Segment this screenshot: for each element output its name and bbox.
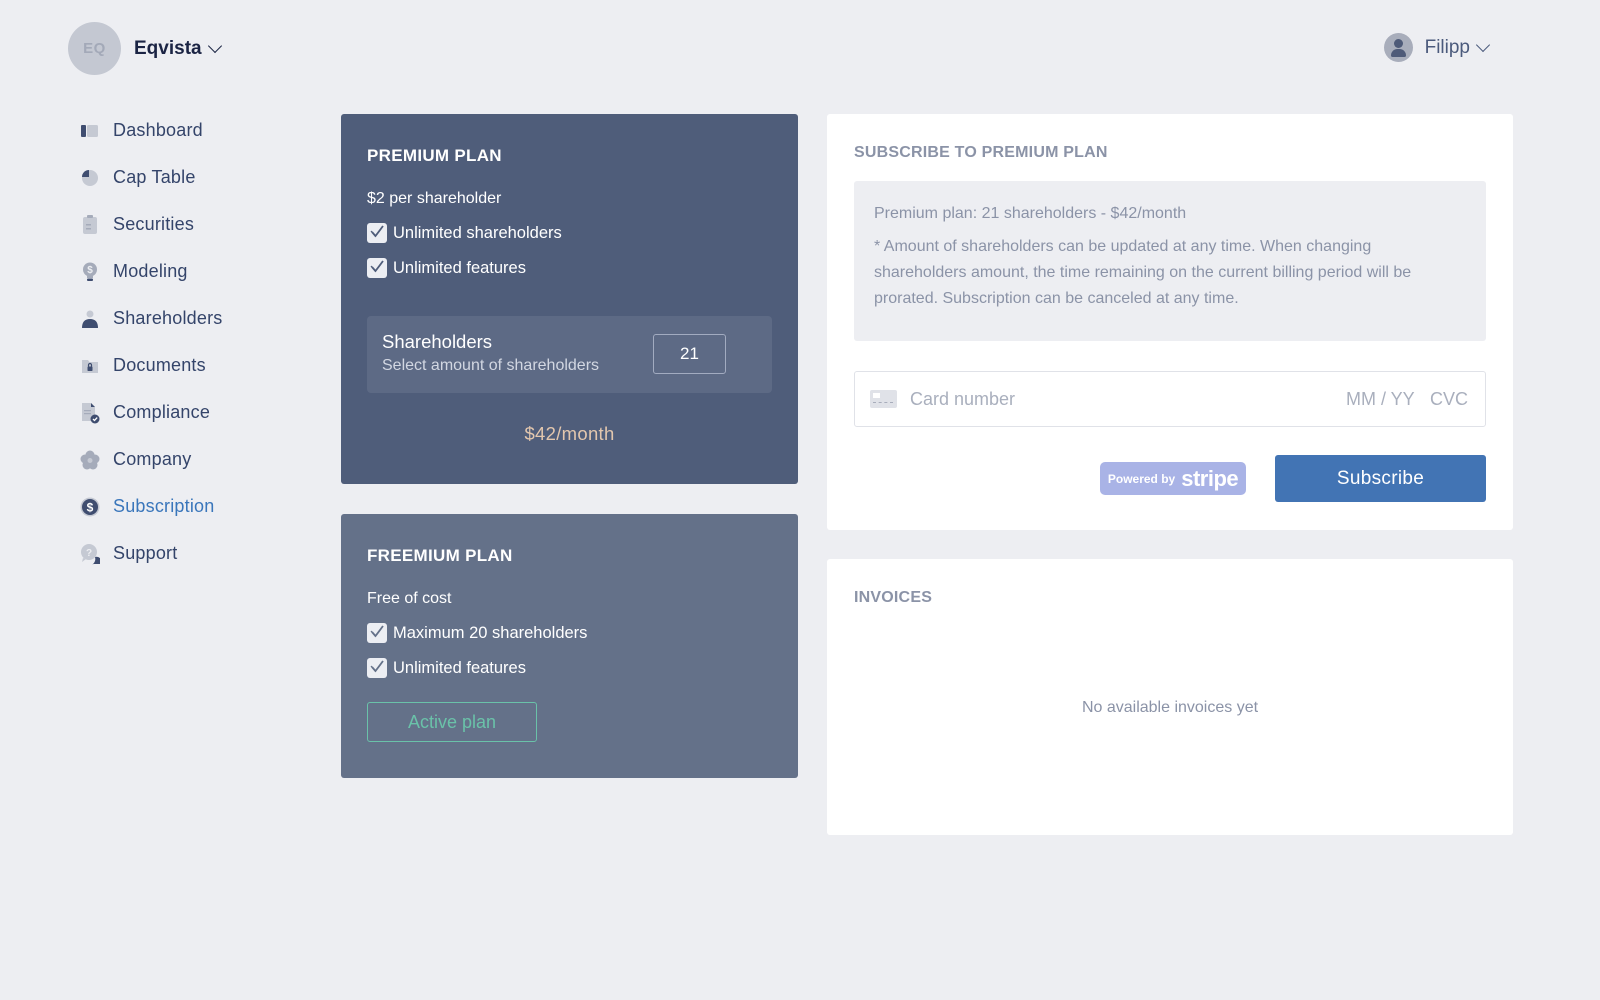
sidebar-item-dashboard[interactable]: Dashboard [80,107,320,154]
sidebar-item-label: Modeling [113,261,188,281]
feature-label: Unlimited features [393,658,526,677]
subscription-summary: Premium plan: 21 shareholders - $42/mont… [854,181,1486,341]
plan-feature: Unlimited shareholders [367,223,772,243]
plan-title: PREMIUM PLAN [367,146,502,165]
invoices-empty-state: No available invoices yet [1081,699,1259,716]
sidebar-item-label: Support [113,543,178,563]
subscribe-title: SUBSCRIBE TO PREMIUM PLAN [854,144,1108,161]
svg-text:$: $ [87,265,93,276]
invoices-card: INVOICES No available invoices yet [827,559,1513,835]
user-menu[interactable]: Filipp [1383,33,1491,62]
active-plan-button[interactable]: Active plan [367,702,537,742]
sidebar-item-compliance[interactable]: Compliance [80,389,320,436]
checkbox-check-icon [367,658,387,678]
sidebar-item-company[interactable]: Company [80,436,320,483]
lightbulb-dollar-icon: $ [80,262,100,282]
sidebar-item-support[interactable]: ? Support [80,530,320,577]
organization-switcher[interactable]: EQ Eqvista [68,22,222,75]
feature-label: Unlimited shareholders [393,223,562,242]
locked-folder-icon [80,356,100,376]
sidebar-item-label: Shareholders [113,308,223,328]
shareholders-selector: Shareholders Select amount of shareholde… [367,316,772,393]
invoices-title: INVOICES [854,589,933,606]
card-number-input[interactable] [910,388,1346,410]
sidebar: Dashboard Cap Table Securities $ Modelin… [80,107,320,577]
sidebar-item-label: Dashboard [113,120,203,140]
help-chat-icon: ? [80,543,100,564]
card-cvc-input[interactable] [1430,388,1470,410]
premium-plan-card: PREMIUM PLAN $2 per shareholder Unlimite… [341,114,798,484]
sidebar-item-label: Company [113,449,192,469]
sidebar-item-label: Compliance [113,402,211,422]
checkbox-check-icon [367,258,387,278]
dollar-coin-icon: $ [80,497,100,517]
top-bar: EQ Eqvista Filipp [0,0,1600,95]
freemium-plan-card: FREEMIUM PLAN Free of cost Maximum 20 sh… [341,514,798,778]
checkbox-check-icon [367,223,387,243]
plan-feature: Maximum 20 shareholders [367,623,772,643]
org-avatar: EQ [68,22,121,75]
svg-text:$: $ [87,500,94,514]
org-name: Eqvista [134,37,202,59]
subscribe-card: SUBSCRIBE TO PREMIUM PLAN Premium plan: … [827,114,1513,530]
plan-title: FREEMIUM PLAN [367,546,513,565]
pie-chart-icon [80,168,100,188]
sidebar-item-cap-table[interactable]: Cap Table [80,154,320,201]
shareholders-amount-input[interactable] [653,334,726,374]
person-icon [80,309,100,329]
powered-by-label: Powered by [1107,471,1176,486]
sidebar-item-label: Securities [113,214,195,234]
card-expiry-input[interactable] [1346,388,1424,410]
plan-price: $2 per shareholder [367,190,502,207]
feature-label: Unlimited features [393,258,526,277]
checkbox-check-icon [367,623,387,643]
sidebar-item-label: Cap Table [113,167,196,187]
summary-line: Premium plan: 21 shareholders - $42/mont… [874,205,1187,222]
monthly-price: $42/month [524,423,615,444]
chevron-down-icon [1475,37,1491,52]
sidebar-item-modeling[interactable]: $ Modeling [80,248,320,295]
plan-feature: Unlimited features [367,658,772,678]
powered-by-stripe-badge[interactable]: Powered by stripe [1100,462,1246,495]
feature-label: Maximum 20 shareholders [393,623,588,642]
credit-card-icon [870,390,897,408]
user-avatar-icon [1383,33,1413,62]
sidebar-item-documents[interactable]: Documents [80,342,320,389]
user-name: Filipp [1424,36,1470,58]
sidebar-item-label: Subscription [113,496,215,516]
clipboard-icon [80,214,100,235]
card-payment-field [854,371,1486,427]
summary-note: * Amount of shareholders can be updated … [874,238,1412,307]
chevron-down-icon [207,38,222,53]
sidebar-item-subscription[interactable]: $ Subscription [80,483,320,530]
subscribe-actions: Powered by stripe Subscribe [1100,455,1486,502]
sidebar-item-shareholders[interactable]: Shareholders [80,295,320,342]
sidebar-item-label: Documents [113,355,206,375]
dashboard-icon [80,121,100,141]
document-check-icon [80,402,100,423]
plan-feature: Unlimited features [367,258,772,278]
stripe-logo: stripe [1181,465,1239,491]
flower-icon [80,450,100,470]
sidebar-item-securities[interactable]: Securities [80,201,320,248]
subscribe-button[interactable]: Subscribe [1275,455,1486,502]
plan-price: Free of cost [367,590,452,607]
